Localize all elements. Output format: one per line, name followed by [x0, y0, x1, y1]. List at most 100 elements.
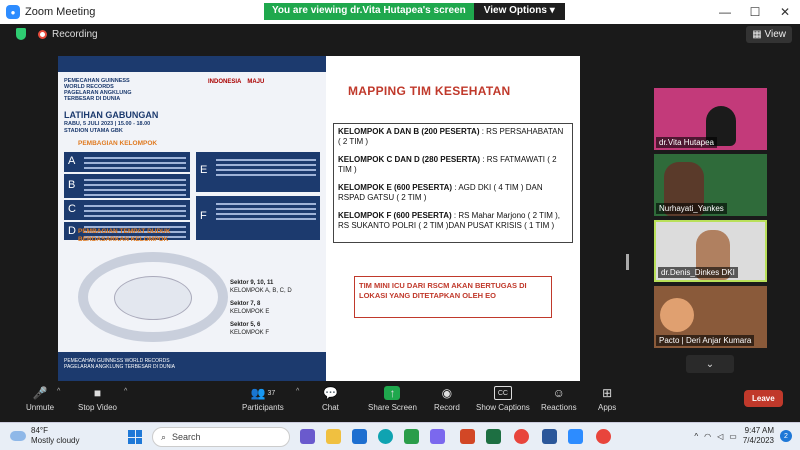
smiley-icon: ☺	[552, 386, 565, 400]
participants-label: Participants	[242, 403, 284, 412]
close-button[interactable]: ✕	[770, 0, 800, 24]
sector-line: KELOMPOK E	[230, 308, 270, 315]
event-infographic: PEMECAHAN GUINNESS WORLD RECORDS PAGELAR…	[58, 56, 326, 381]
panel-resize-handle[interactable]	[626, 254, 629, 270]
group-section-heading: PEMBAGIAN KELOMPOK	[78, 140, 158, 147]
sector-line: Sektor 5, 6	[230, 322, 261, 328]
mapping-group: KELOMPOK C DAN D (280 PESERTA)	[338, 155, 481, 164]
volume-icon[interactable]: ◁	[717, 432, 723, 441]
reactions-button[interactable]: ☺ Reactions	[541, 386, 577, 412]
taskbar-search[interactable]: ⌕ Search	[152, 427, 290, 447]
mapping-entry: KELOMPOK E (600 PESERTA) : AGD DKI ( 4 T…	[338, 183, 568, 203]
group-card-b: B	[64, 174, 190, 198]
group-card-c: C	[64, 200, 190, 220]
logo-text-1: INDONESIA	[208, 79, 242, 85]
encryption-shield-icon[interactable]	[16, 28, 26, 40]
clock[interactable]: 9:47 AM 7/4/2023	[743, 426, 774, 446]
shared-screen[interactable]: PEMECAHAN GUINNESS WORLD RECORDS PAGELAR…	[0, 44, 640, 382]
video-options-chevron-icon[interactable]: ^	[124, 388, 127, 395]
chrome-profile-icon[interactable]	[596, 429, 611, 444]
show-captions-label: Show Captions	[476, 403, 530, 412]
show-hidden-icons-chevron-icon[interactable]: ^	[694, 432, 698, 441]
date: 7/4/2023	[742, 436, 774, 445]
edge-browser-icon[interactable]	[378, 429, 393, 444]
search-icon: ⌕	[161, 431, 167, 442]
chrome-icon[interactable]	[514, 429, 529, 444]
record-icon: ◉	[441, 386, 453, 400]
window-controls: — ☐ ✕	[710, 0, 800, 24]
notification-badge[interactable]: 2	[780, 430, 792, 442]
infographic-header-bar	[58, 56, 326, 72]
share-screen-arrow-icon: ↑	[384, 386, 401, 400]
infographic-footer-text: PEMECAHAN GUINNESS WORLD RECORDS PAGELAR…	[64, 358, 175, 370]
infographic-title: LATIHAN GABUNGAN	[64, 110, 159, 120]
view-label: View	[764, 29, 787, 40]
share-screen-label: Share Screen	[368, 403, 417, 412]
participant-name: Pacto | Deri Anjar Kumara	[656, 335, 755, 346]
apps-grid-icon: ⊞	[602, 386, 613, 400]
sector-line: KELOMPOK F	[230, 329, 270, 336]
cloudy-weather-icon	[10, 431, 26, 441]
mapping-group: KELOMPOK F (600 PESERTA)	[338, 211, 452, 220]
health-team-mapping: KELOMPOK A DAN B (200 PESERTA) : RS PERS…	[333, 123, 573, 243]
participant-tile-active-speaker[interactable]: dr.Denis_Dinkes DKI	[654, 220, 767, 282]
share-screen-button[interactable]: ↑ Share Screen	[368, 386, 417, 412]
view-options-button[interactable]: View Options ▾	[473, 3, 565, 20]
presentation-slide: PEMECAHAN GUINNESS WORLD RECORDS PAGELAR…	[58, 56, 580, 381]
unmute-label: Unmute	[26, 403, 55, 412]
mail-icon[interactable]	[352, 429, 367, 444]
gallery-scroll-down-button[interactable]: ⌄	[686, 355, 734, 373]
weather-widget[interactable]: 84°F Mostly cloudy	[10, 426, 79, 446]
apps-label: Apps	[598, 403, 617, 412]
app-icon[interactable]	[430, 429, 445, 444]
chat-button[interactable]: 💬 Chat	[322, 386, 339, 412]
battery-icon[interactable]: ▭	[729, 432, 737, 441]
powerpoint-icon[interactable]	[460, 429, 475, 444]
participants-options-chevron-icon[interactable]: ^	[296, 388, 299, 395]
audio-options-chevron-icon[interactable]: ^	[57, 388, 60, 395]
meeting-status-row: Recording ▦ View	[0, 24, 800, 44]
windows-taskbar: 84°F Mostly cloudy ⌕ Search ^ ◠ ◁ ▭ 9:47…	[0, 422, 800, 450]
group-letter: B	[68, 179, 76, 191]
excel-icon[interactable]	[486, 429, 501, 444]
file-explorer-icon[interactable]	[326, 429, 341, 444]
video-camera-icon: ■	[93, 386, 102, 400]
recording-indicator[interactable]: Recording	[38, 29, 98, 40]
captions-icon: CC	[493, 386, 512, 400]
apps-button[interactable]: ⊞ Apps	[598, 386, 616, 412]
store-icon[interactable]	[404, 429, 419, 444]
participant-tile[interactable]: Nurhayati_Yankes	[654, 154, 767, 216]
view-layout-button[interactable]: ▦ View	[746, 26, 792, 43]
stadium-field	[114, 276, 192, 320]
mapping-title: MAPPING TIM KESEHATAN	[348, 84, 511, 98]
record-button[interactable]: ◉ Record	[434, 386, 460, 412]
wifi-icon[interactable]: ◠	[704, 432, 711, 441]
minimize-button[interactable]: —	[710, 0, 740, 24]
sector-list: Sektor 9, 10, 11 KELOMPOK A, B, C, D Sek…	[230, 280, 292, 337]
participants-button[interactable]: 👥 37 Participants	[242, 386, 284, 412]
windows-start-icon[interactable]	[128, 430, 142, 444]
zoom-icon[interactable]	[568, 429, 583, 444]
task-view-icon[interactable]	[300, 429, 315, 444]
participants-icon: 👥 37	[250, 386, 276, 400]
participant-avatar	[660, 298, 694, 332]
participant-tile[interactable]: Pacto | Deri Anjar Kumara	[654, 286, 767, 348]
record-dot-icon	[38, 30, 47, 39]
sector-line: Sektor 7, 8	[230, 301, 261, 307]
seating-section-heading: PEMBAGIAN TEMPAT DUDUK BERDASARKAN KELOM…	[78, 228, 171, 243]
show-captions-button[interactable]: CC Show Captions	[476, 386, 530, 412]
app-title: ● Zoom Meeting	[6, 5, 95, 19]
stop-video-button[interactable]: ■ Stop Video	[78, 386, 117, 412]
participant-tile[interactable]: dr.Vita Hutapea	[654, 88, 767, 150]
mapping-group: KELOMPOK A DAN B (200 PESERTA)	[338, 127, 480, 136]
record-label: Record	[434, 403, 460, 412]
icu-note: TIM MINI ICU DARI RSCM AKAN BERTUGAS DI …	[354, 276, 552, 318]
sector-line: KELOMPOK A, B, C, D	[230, 287, 292, 294]
system-tray: ^ ◠ ◁ ▭ 9:47 AM 7/4/2023 2	[694, 426, 792, 446]
meeting-toolbar: 🎤 Unmute ^ ■ Stop Video ^ 👥 37 Participan…	[0, 382, 800, 422]
leave-meeting-button[interactable]: Leave	[744, 390, 783, 407]
recording-label: Recording	[52, 29, 98, 40]
unmute-button[interactable]: 🎤 Unmute	[26, 386, 54, 412]
maximize-button[interactable]: ☐	[740, 0, 770, 24]
word-icon[interactable]	[542, 429, 557, 444]
